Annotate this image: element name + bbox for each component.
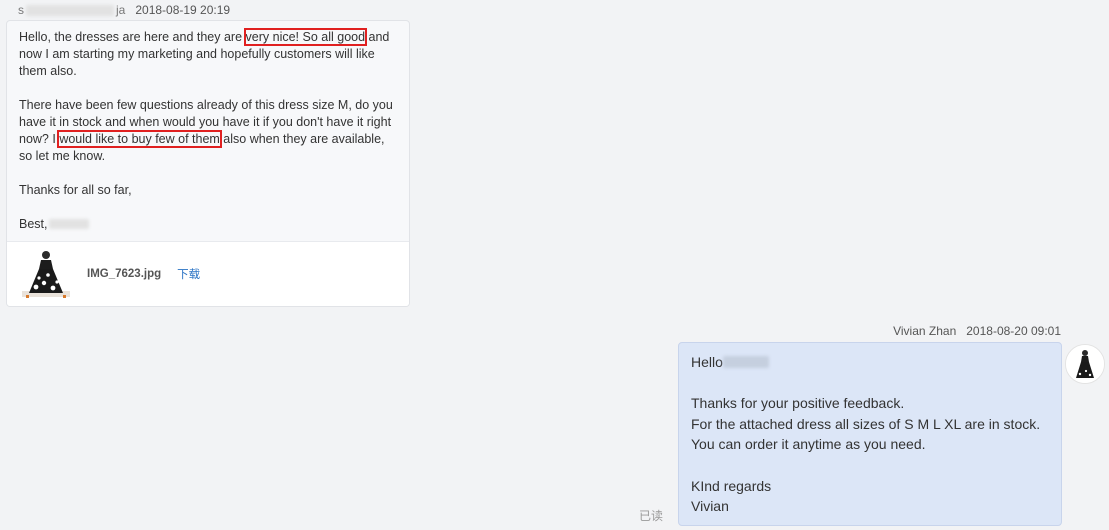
message-line: For the attached dress all sizes of S M …: [691, 415, 1041, 432]
outgoing-message-body: Hello Thanks for your positive feedback.…: [679, 343, 1061, 517]
recipient-name-redacted: [722, 356, 769, 368]
paragraph-text: Hello, the dresses are here and they are: [19, 30, 246, 44]
dress-thumbnail-icon: [19, 247, 73, 301]
message-paragraph: Thanks for your positive feedback. For th…: [691, 393, 1049, 455]
signature-redacted: [48, 219, 89, 229]
message-paragraph: There have been few questions already of…: [19, 97, 397, 165]
incoming-message-body: Hello, the dresses are here and they are…: [7, 21, 409, 233]
highlighted-phrase: very nice! So all good: [243, 28, 368, 46]
sign-off-text: Best,: [19, 217, 48, 231]
greeting-line: Hello: [691, 352, 1049, 373]
highlighted-phrase: would like to buy few of them: [57, 130, 222, 148]
sender-name-suffix: ja: [116, 3, 126, 17]
outgoing-timestamp: 2018-08-20 09:01: [966, 324, 1061, 338]
incoming-timestamp: 2018-08-19 20:19: [135, 3, 231, 17]
download-link[interactable]: 下载: [177, 266, 200, 282]
outgoing-message-bubble: Hello Thanks for your positive feedback.…: [678, 342, 1062, 526]
sender-name-prefix: s: [18, 3, 24, 17]
attachment-row: IMG_7623.jpg 下载: [7, 241, 409, 306]
message-line: Thanks for your positive feedback.: [691, 395, 905, 412]
outgoing-message-meta: Vivian Zhan 2018-08-20 09:01: [893, 324, 1061, 338]
message-paragraph: Hello, the dresses are here and they are…: [19, 28, 397, 80]
closing-block: KInd regards Vivian: [691, 476, 1049, 517]
greeting-text: Hello: [691, 354, 723, 370]
attachment-file-name[interactable]: IMG_7623.jpg: [87, 268, 161, 280]
avatar[interactable]: [1065, 344, 1105, 384]
message-sign-off: Best,: [19, 216, 397, 233]
outgoing-sender-name: Vivian Zhan: [893, 324, 957, 338]
closing-text: KInd regards: [691, 477, 772, 494]
signature-text: Vivian: [691, 498, 729, 515]
incoming-message-bubble: Hello, the dresses are here and they are…: [6, 20, 410, 307]
image-thumbnail[interactable]: [19, 247, 73, 301]
message-paragraph: Thanks for all so far,: [19, 183, 132, 197]
read-status: 已读: [639, 509, 664, 523]
incoming-sender-name: s ja: [18, 3, 125, 17]
message-line: You can order it anytime as you need.: [691, 436, 926, 453]
sender-name-redacted: [26, 4, 114, 16]
avatar-dress-icon: [1066, 345, 1104, 383]
incoming-message-meta: s ja 2018-08-19 20:19: [18, 2, 230, 18]
